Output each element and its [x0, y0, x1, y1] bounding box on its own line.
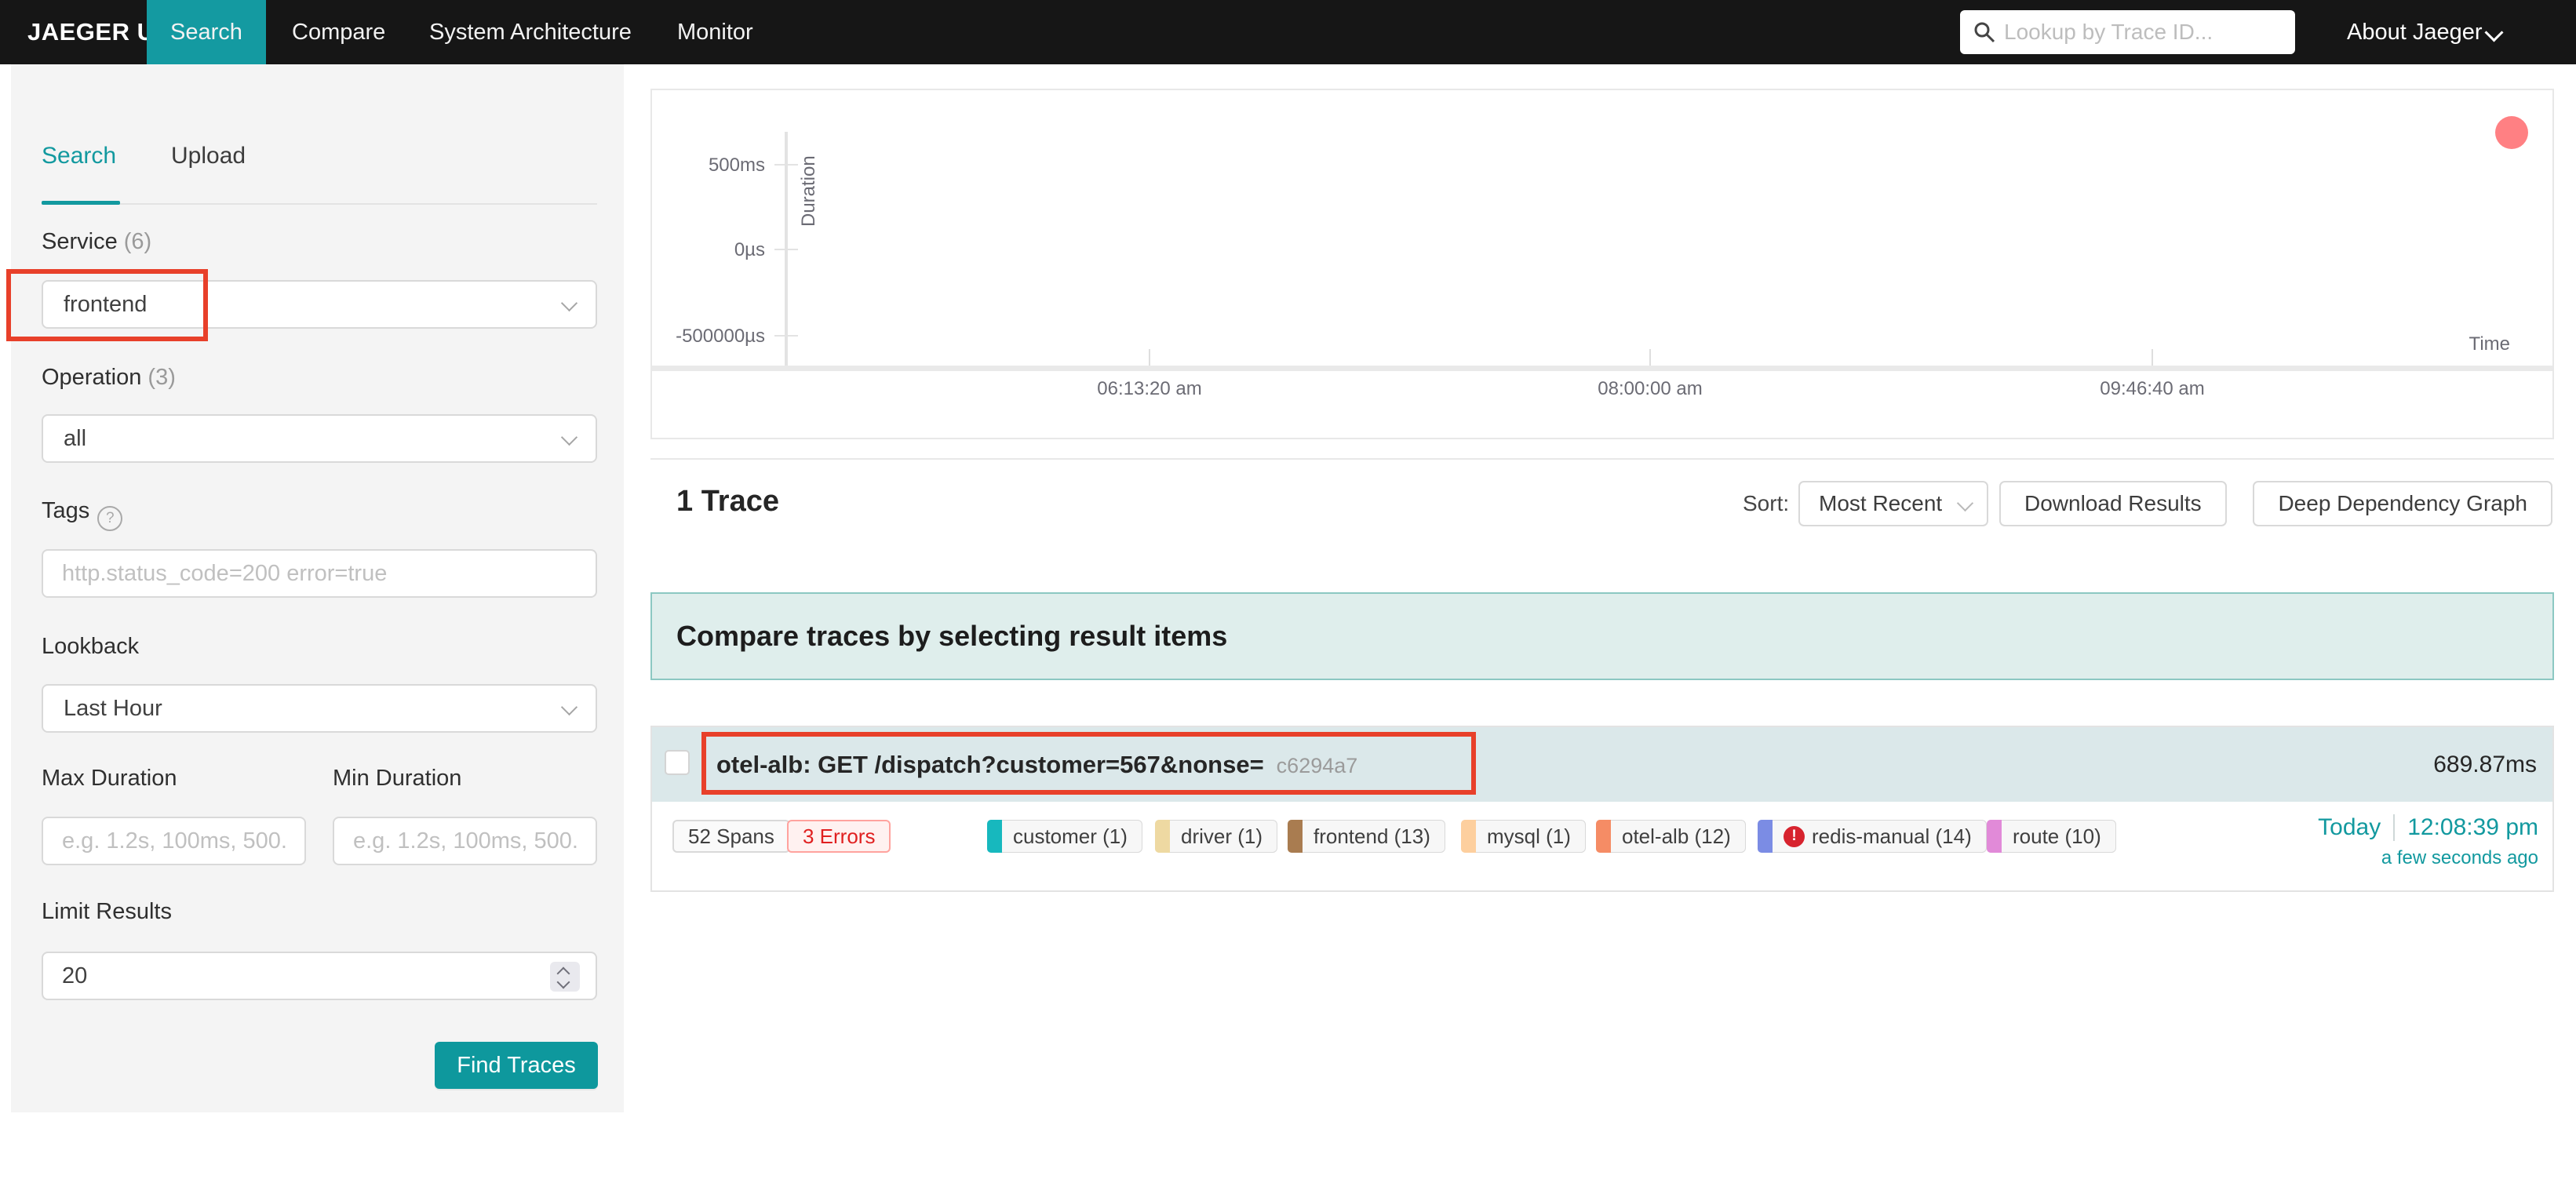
trace-result-body: 52 Spans 3 Errors customer (1) driver (1… — [652, 802, 2552, 890]
results-divider — [650, 458, 2554, 460]
y-tick-mark — [774, 164, 798, 166]
service-color-bar — [1987, 820, 2002, 853]
download-results-button[interactable]: Download Results — [1999, 481, 2227, 526]
tags-label: Tags? — [42, 498, 123, 531]
service-tag-driver: driver (1) — [1155, 820, 1278, 853]
operation-select-value: all — [64, 426, 87, 451]
tags-input[interactable] — [43, 551, 596, 596]
x-tick-mark — [2152, 349, 2153, 366]
tabs-divider — [42, 203, 597, 205]
find-traces-button[interactable]: Find Traces — [435, 1042, 598, 1089]
search-sidebar: Search Upload Service (6) frontend Opera… — [11, 64, 624, 1112]
trace-scatter-point[interactable] — [2495, 116, 2528, 149]
deep-dependency-graph-button[interactable]: Deep Dependency Graph — [2253, 481, 2552, 526]
max-duration-input[interactable] — [43, 818, 304, 864]
x-tick-label: 08:00:00 am — [1598, 378, 1703, 399]
service-color-bar — [987, 820, 1002, 853]
trace-timestamp: Today 12:08:39 pm a few seconds ago — [2318, 814, 2538, 869]
help-icon[interactable]: ? — [97, 506, 123, 531]
y-axis-line — [785, 132, 788, 369]
operation-label: Operation (3) — [42, 365, 176, 390]
error-icon: ! — [1784, 825, 1805, 847]
compare-banner: Compare traces by selecting result items — [650, 592, 2554, 680]
service-tag-otel-alb: otel-alb (12) — [1596, 820, 1746, 853]
stepper-down-icon[interactable] — [556, 975, 570, 989]
trace-lookup-box — [1960, 10, 2295, 54]
app-brand: JAEGER UI — [27, 18, 162, 46]
limit-results-field — [42, 952, 597, 1000]
lookback-label: Lookback — [42, 634, 140, 659]
x-tick-mark — [1149, 349, 1150, 366]
x-tick-label: 09:46:40 am — [2100, 378, 2205, 399]
chevron-down-icon — [560, 698, 578, 716]
search-icon — [1974, 22, 1995, 43]
trace-count-heading: 1 Trace — [676, 485, 779, 518]
y-tick-mark — [774, 335, 798, 337]
y-tick-mark — [774, 249, 798, 250]
max-duration-field — [42, 817, 306, 865]
lookback-select-value: Last Hour — [64, 696, 162, 721]
service-tag-frontend: frontend (13) — [1288, 820, 1445, 853]
chevron-down-icon — [560, 428, 578, 446]
service-color-bar — [1758, 820, 1773, 853]
trace-select-checkbox[interactable] — [665, 750, 690, 775]
limit-results-label: Limit Results — [42, 899, 172, 924]
sort-select-value: Most Recent — [1819, 491, 1943, 515]
x-tick-label: 06:13:20 am — [1097, 378, 1202, 399]
nav-tab-system-architecture[interactable]: System Architecture — [429, 0, 632, 64]
limit-results-input[interactable] — [43, 953, 596, 999]
x-axis-title: Time — [2469, 333, 2510, 355]
trace-lookup-input[interactable] — [2004, 10, 2286, 54]
sidebar-tab-search[interactable]: Search — [42, 143, 116, 169]
service-color-bar — [1596, 820, 1611, 853]
min-duration-input[interactable] — [334, 818, 596, 864]
service-tag-mysql: mysql (1) — [1461, 820, 1586, 853]
annotation-box-trace-title — [701, 732, 1476, 795]
trace-time: 12:08:39 pm — [2407, 814, 2538, 840]
duration-scatter-chart: Duration 500ms 0µs -500000µs 06:13:20 am… — [650, 89, 2554, 439]
service-tag-customer: customer (1) — [987, 820, 1142, 853]
compare-banner-text: Compare traces by selecting result items — [676, 620, 1228, 652]
chevron-down-icon — [1956, 494, 1974, 512]
top-navbar: JAEGER UI Search Compare System Architec… — [0, 0, 2576, 64]
min-duration-field — [333, 817, 597, 865]
date-time-divider — [2393, 814, 2396, 841]
service-label: Service (6) — [42, 229, 152, 254]
nav-tab-monitor[interactable]: Monitor — [677, 0, 753, 64]
annotation-box-service-select — [6, 269, 208, 341]
service-color-bar — [1461, 820, 1476, 853]
nav-tab-compare[interactable]: Compare — [292, 0, 385, 64]
error-count-badge: 3 Errors — [787, 820, 891, 853]
y-tick-label: 500ms — [708, 155, 765, 176]
operation-select[interactable]: all — [42, 414, 597, 463]
sidebar-tab-upload[interactable]: Upload — [171, 143, 246, 169]
sort-label: Sort: — [1743, 491, 1790, 515]
number-stepper[interactable] — [550, 962, 580, 992]
service-tag-redis-manual: ! redis-manual (14) — [1758, 820, 1987, 853]
min-duration-label: Min Duration — [333, 766, 462, 791]
nav-tab-search[interactable]: Search — [147, 0, 266, 64]
trace-duration: 689.87ms — [2433, 752, 2537, 777]
trace-relative-time: a few seconds ago — [2381, 847, 2538, 868]
max-duration-label: Max Duration — [42, 766, 177, 791]
service-tag-route: route (10) — [1987, 820, 2116, 853]
x-axis-line — [652, 366, 2552, 371]
chevron-down-icon — [2484, 23, 2504, 42]
y-tick-label: -500000µs — [676, 326, 765, 347]
x-tick-mark — [1649, 349, 1651, 366]
span-count-badge: 52 Spans — [672, 820, 790, 853]
y-axis-title: Duration — [798, 155, 819, 227]
lookback-select[interactable]: Last Hour — [42, 684, 597, 733]
service-color-bar — [1155, 820, 1170, 853]
service-color-bar — [1288, 820, 1303, 853]
chevron-down-icon — [560, 294, 578, 312]
active-tab-underline — [42, 201, 120, 205]
sort-select[interactable]: Most Recent — [1798, 481, 1988, 526]
about-jaeger-menu[interactable]: About Jaeger — [2347, 0, 2483, 64]
tags-field — [42, 549, 597, 598]
y-tick-label: 0µs — [734, 239, 765, 260]
trace-date: Today — [2318, 814, 2381, 840]
